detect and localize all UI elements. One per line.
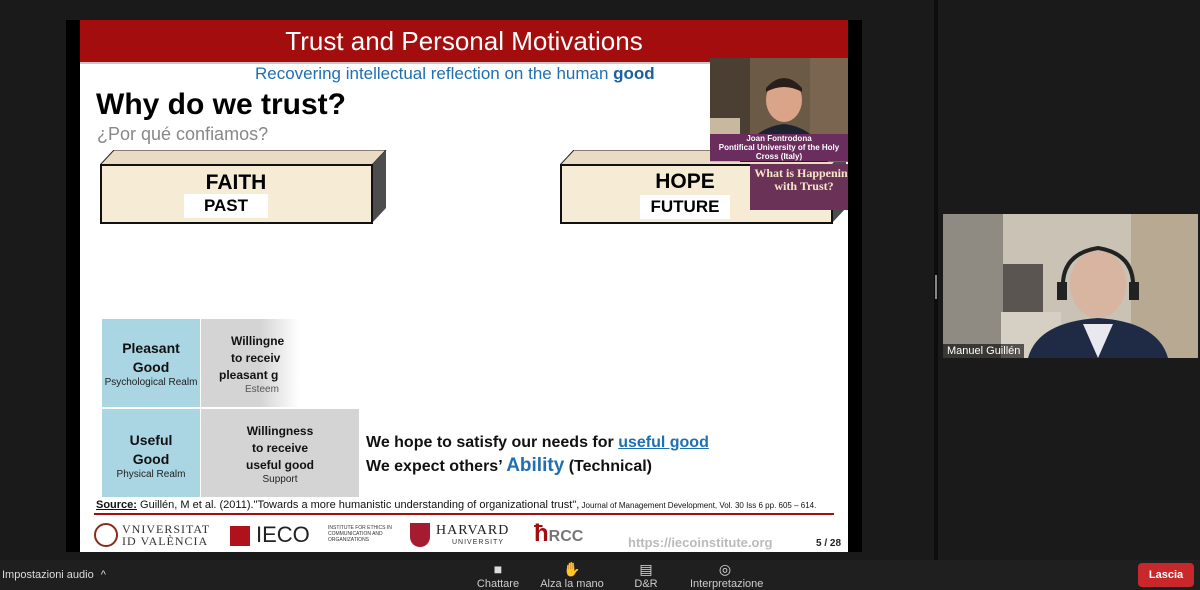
valencia-seal-icon bbox=[94, 523, 118, 547]
harvard-logo: HARVARD bbox=[436, 523, 510, 538]
hope-statement-1-text: We hope to satisfy our needs for bbox=[366, 434, 619, 451]
pleasant-line2: Good bbox=[132, 359, 170, 375]
pip-camera: Joan Fontrodona Pontifical University of… bbox=[710, 58, 848, 162]
subtitle-text: Recovering intellectual reflection on th… bbox=[255, 64, 614, 83]
audio-settings-button[interactable]: Impostazioni audio ^ bbox=[2, 569, 106, 581]
chat-button[interactable]: ■ Chattare bbox=[463, 560, 533, 590]
useful-line2: Good bbox=[132, 451, 170, 467]
chevron-up-icon[interactable]: ^ bbox=[101, 569, 106, 581]
meeting-window: Trust and Personal Motivations Recoverin… bbox=[0, 0, 1200, 590]
what-is-happening-badge: What is Happening with Trust? bbox=[750, 164, 848, 210]
meeting-toolbar: Impostazioni audio ^ ■ Chattare ✋ Alza l… bbox=[0, 560, 1200, 590]
split-handle[interactable] bbox=[935, 275, 937, 299]
useful-will-line2: to receive bbox=[251, 441, 309, 455]
footer-rule bbox=[94, 513, 834, 515]
pip-caption-line2: Pontifical University of the Holy bbox=[718, 143, 840, 152]
leave-button[interactable]: Lascia bbox=[1138, 563, 1194, 587]
source-label: Source: bbox=[96, 499, 137, 511]
faith-box: FAITH PAST bbox=[100, 150, 390, 226]
speaker-camera[interactable]: Manuel Guillén bbox=[943, 214, 1198, 358]
subtitle-bold-word: good bbox=[613, 64, 655, 83]
slide-subtitle: Recovering intellectual reflection on th… bbox=[255, 64, 655, 84]
useful-realm: Physical Realm bbox=[116, 469, 186, 480]
hope-statement-2: We expect others’ Ability (Technical) bbox=[366, 455, 652, 477]
ieco-subtitle: INSTITUTE FOR ETHICS IN COMMUNICATION AN… bbox=[328, 525, 392, 543]
raise-hand-label: Alza la mano bbox=[540, 578, 604, 590]
pleasant-will-sub: Esteem bbox=[245, 384, 279, 395]
audio-settings-label: Impostazioni audio bbox=[2, 569, 94, 581]
slide-heading: Why do we trust? bbox=[96, 88, 346, 121]
useful-will-line3: useful good bbox=[246, 458, 314, 472]
globe-icon: ◎ bbox=[718, 561, 732, 577]
slide-subheading: ¿Por qué confiamos? bbox=[97, 124, 269, 144]
faith-tag: PAST bbox=[184, 194, 268, 218]
slide-title: Trust and Personal Motivations bbox=[80, 20, 848, 62]
hope-statement-1: We hope to satisfy our needs for useful … bbox=[366, 434, 709, 452]
pip-caption-name: Joan Fontrodona bbox=[746, 134, 812, 143]
interpretation-button[interactable]: ◎ Interpretazione bbox=[690, 560, 764, 590]
useful-will-line1: Willingness bbox=[246, 424, 314, 438]
useful-willingness-cell: Willingness to receive useful good Suppo… bbox=[201, 409, 359, 497]
site-url: https://iecoinstitute.org bbox=[628, 535, 773, 550]
raise-hand-button[interactable]: ✋ Alza la mano bbox=[537, 560, 607, 590]
interpretation-label: Interpretazione bbox=[690, 578, 764, 590]
valencia-logo: VNIVERSITAT ID VALÈNCIA bbox=[122, 523, 210, 547]
pleasant-line1: Pleasant bbox=[122, 340, 180, 356]
hope-tag: FUTURE bbox=[640, 195, 730, 219]
harvard-subtitle: UNIVERSITY bbox=[452, 539, 505, 546]
footer-logos: VNIVERSITAT ID VALÈNCIA IECO INSTITUTE FO… bbox=[80, 520, 848, 552]
source-citation: Source: Guillén, M et al. (2011)."Toward… bbox=[96, 499, 816, 511]
rcc-text: RCC bbox=[548, 528, 584, 545]
pleasant-realm: Psychological Realm bbox=[104, 377, 198, 388]
pip-caption-line3: Cross (Italy) bbox=[755, 152, 803, 161]
technical-word: (Technical) bbox=[564, 458, 652, 475]
speaker-name-label: Manuel Guillén bbox=[943, 344, 1025, 358]
useful-good-cell: Useful Good Physical Realm bbox=[102, 409, 200, 497]
useful-line1: Useful bbox=[129, 432, 173, 448]
pleasant-willingness-cell: Willingne to receiv pleasant g Esteem bbox=[201, 319, 299, 407]
source-journal: Journal of Management Development, Vol. … bbox=[579, 501, 817, 510]
useful-will-sub: Support bbox=[262, 474, 298, 485]
ability-word: Ability bbox=[506, 455, 565, 476]
pleasant-will-line2: to receiv bbox=[231, 351, 281, 365]
pleasant-good-cell: Pleasant Good Psychological Realm bbox=[102, 319, 200, 407]
valencia-line2: ID VALÈNCIA bbox=[122, 534, 209, 548]
speaker-camera-feed bbox=[943, 214, 1198, 358]
pleasant-will-line3: pleasant g bbox=[219, 368, 279, 382]
page-number: 5 / 28 bbox=[816, 538, 842, 549]
pleasant-will-line1: Willingne bbox=[231, 334, 285, 348]
chat-label: Chattare bbox=[476, 578, 520, 590]
rcc-logo: ħRCC bbox=[534, 520, 583, 548]
ieco-mark-icon bbox=[230, 526, 250, 546]
hope-statement-2-text: We expect others’ bbox=[366, 458, 507, 475]
faith-label: FAITH bbox=[205, 171, 267, 194]
useful-good-link[interactable]: useful good bbox=[618, 434, 709, 451]
chat-icon: ■ bbox=[493, 561, 503, 577]
rcc-mark: ħ bbox=[534, 520, 549, 547]
pip-caption: Joan Fontrodona Pontifical University of… bbox=[710, 134, 848, 161]
qa-label: D&R bbox=[634, 578, 658, 590]
harvard-shield-icon bbox=[410, 523, 430, 547]
qa-icon: ▤ bbox=[639, 561, 653, 577]
ieco-logo: IECO bbox=[256, 522, 310, 547]
source-text: Guillén, M et al. (2011)."Towards a more… bbox=[136, 499, 580, 511]
raise-hand-icon: ✋ bbox=[563, 561, 581, 577]
qa-button[interactable]: ▤ D&R bbox=[611, 560, 681, 590]
